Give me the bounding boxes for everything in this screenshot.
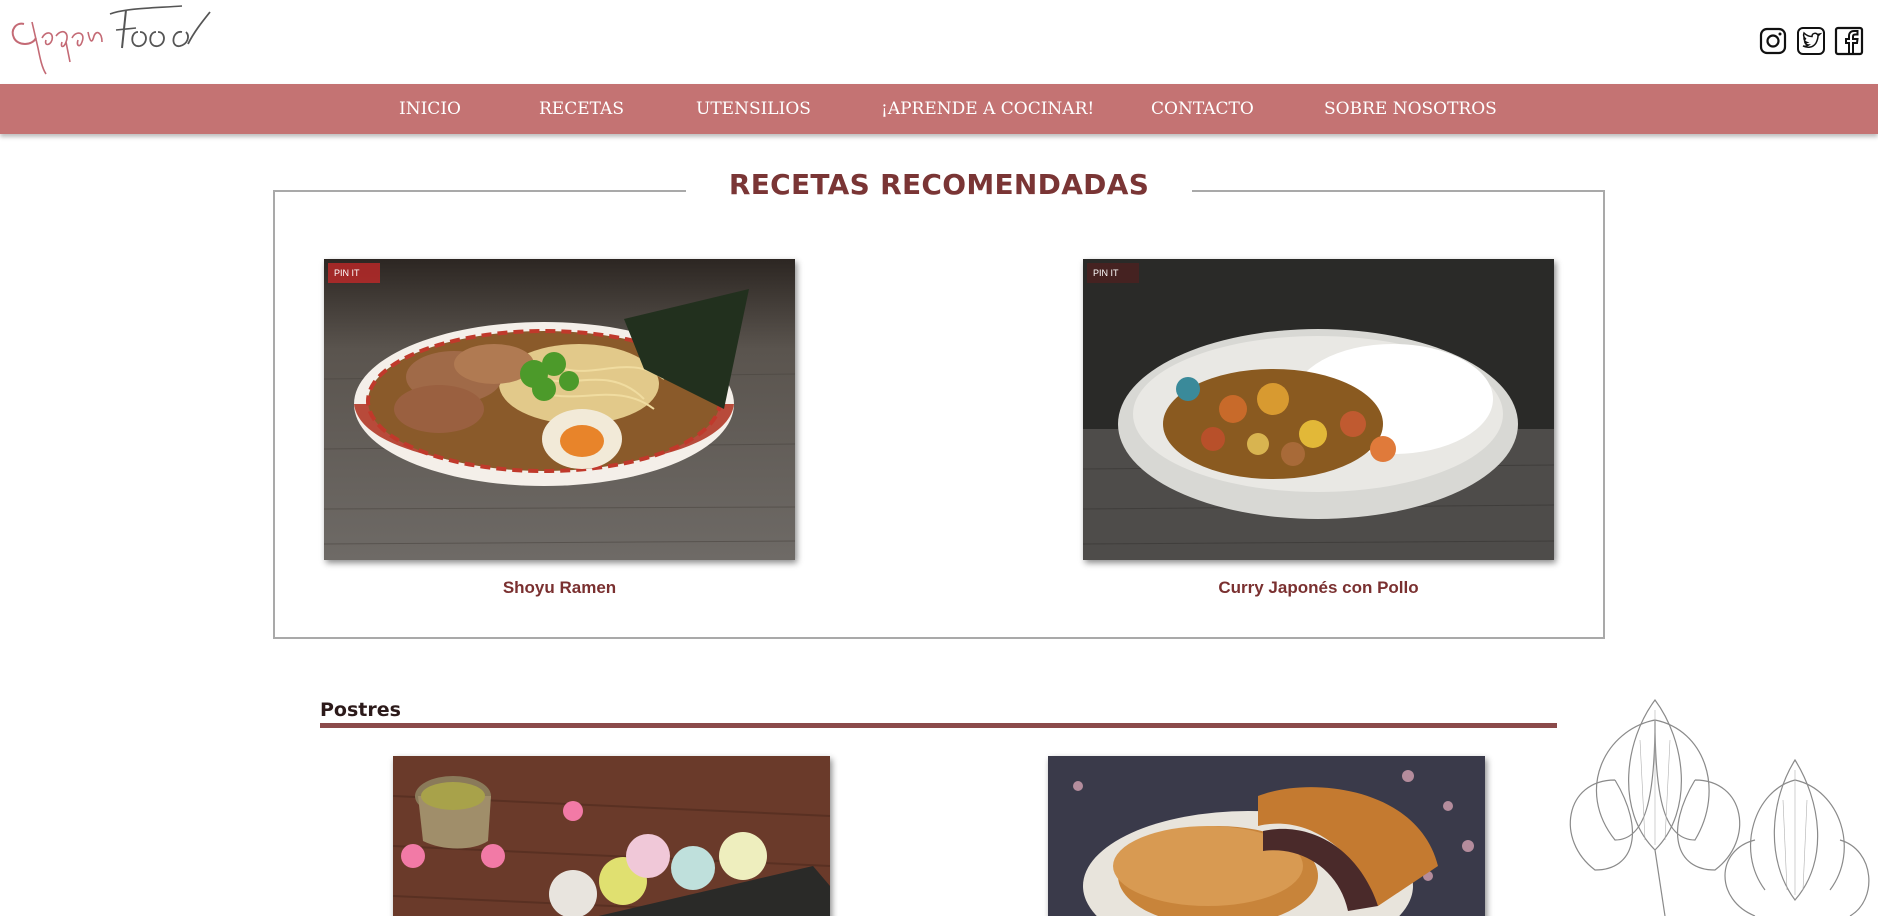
main-nav: INICIO RECETAS UTENSILIOS ¡APRENDE A COC… [0, 84, 1878, 134]
site-header [0, 0, 1878, 84]
nav-item-aprende-a-cocinar[interactable]: ¡APRENDE A COCINAR! [881, 84, 1094, 134]
nav-item-utensilios[interactable]: UTENSILIOS [696, 84, 811, 134]
japanfood-logo[interactable] [6, 2, 216, 82]
instagram-icon[interactable] [1758, 26, 1788, 56]
social-links [1758, 26, 1864, 56]
recipe-image-shoyu-ramen[interactable]: PIN IT [324, 259, 795, 560]
dessert-image-mochi[interactable] [393, 756, 830, 916]
postres-divider [320, 723, 1557, 728]
recipe-caption-curry-japones[interactable]: Curry Japonés con Pollo [1083, 578, 1554, 598]
nav-item-contacto[interactable]: CONTACTO [1151, 84, 1254, 134]
recipe-caption-shoyu-ramen[interactable]: Shoyu Ramen [324, 578, 795, 598]
lotus-decoration-image [1569, 698, 1870, 916]
recommended-title: RECETAS RECOMENDADAS [728, 168, 1150, 201]
twitter-icon[interactable] [1796, 26, 1826, 56]
nav-item-recetas[interactable]: RECETAS [539, 84, 624, 134]
pin-it-badge[interactable]: PIN IT [328, 263, 380, 283]
nav-item-inicio[interactable]: INICIO [399, 84, 461, 134]
recipe-image-curry-japones[interactable]: PIN IT [1083, 259, 1554, 560]
nav-item-sobre-nosotros[interactable]: SOBRE NOSOTROS [1324, 84, 1497, 134]
facebook-icon[interactable] [1834, 26, 1864, 56]
dessert-image-dorayaki[interactable] [1048, 756, 1485, 916]
pin-it-badge[interactable]: PIN IT [1087, 263, 1139, 283]
postres-heading: Postres [320, 699, 401, 721]
